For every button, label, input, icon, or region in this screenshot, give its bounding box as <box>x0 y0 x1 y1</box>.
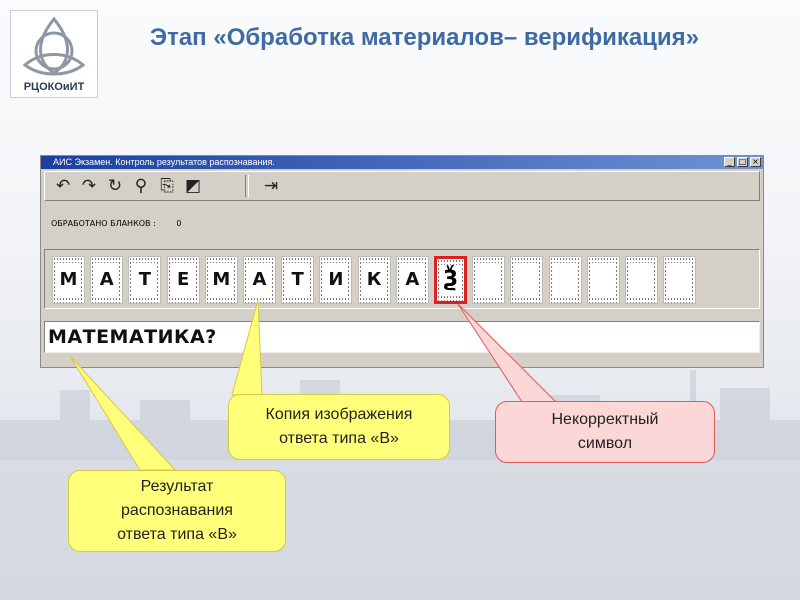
callout-recognition-result: Результат распознавания ответа типа «В» <box>68 470 286 552</box>
callout-pointer-incorrect <box>457 303 558 403</box>
callout-image-copy: Копия изображения ответа типа «В» <box>228 394 450 460</box>
callout-incorrect-symbol: Некорректный символ <box>495 401 715 463</box>
callout-pointer-image-copy <box>231 299 263 396</box>
callout-pointer-recognition <box>69 355 177 471</box>
